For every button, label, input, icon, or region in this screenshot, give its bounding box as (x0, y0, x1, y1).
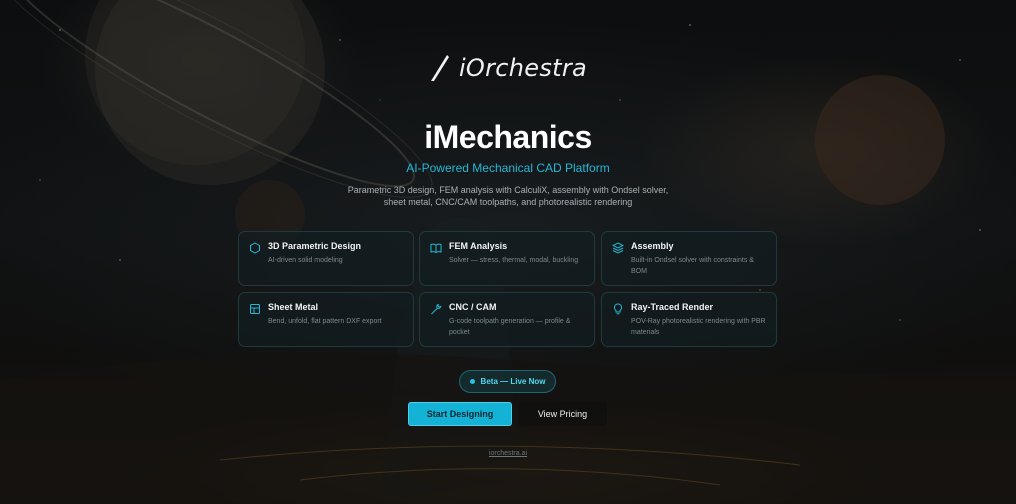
feature-card-parametric-design: 3D Parametric Design AI-driven solid mod… (238, 231, 414, 286)
feature-title: Ray-Traced Render (631, 302, 714, 312)
footer-link[interactable]: iorchestra.ai (0, 450, 1016, 457)
status-badge: Beta — Live Now (459, 370, 556, 393)
feature-title: Assembly (631, 241, 674, 251)
slash-pen-icon (430, 55, 449, 81)
wrench-icon (431, 303, 442, 315)
page-title: iMechanics (424, 119, 592, 155)
feature-title: CNC / CAM (449, 302, 497, 312)
feature-card-ray-traced-render: Ray-Traced Render POV-Ray photorealistic… (601, 292, 777, 347)
grid-icon (250, 304, 260, 314)
brand-logo[interactable]: iOrchestra (0, 53, 1016, 83)
status-badge-label: Beta — Live Now (480, 377, 546, 386)
feature-card-assembly: Assembly Built-in Ondsel solver with con… (601, 231, 777, 286)
landing-page: iOrchestra iMechanics AI-Powered Mechani… (0, 0, 1016, 504)
feature-title: Sheet Metal (268, 302, 319, 312)
feature-text: Solver — stress, thermal, modal, bucklin… (449, 257, 579, 264)
feature-card-cnc-cam: CNC / CAM G-code toolpath generation — p… (419, 292, 595, 347)
layers-icon (612, 242, 624, 254)
status-dot-icon (469, 379, 475, 384)
view-pricing-button[interactable]: View Pricing (518, 402, 607, 426)
book-icon (430, 243, 442, 254)
start-designing-button[interactable]: Start Designing (408, 402, 512, 426)
feature-text: POV-Ray photorealistic rendering with PB… (631, 318, 766, 336)
hexagon-icon (250, 242, 260, 254)
feature-title: FEM Analysis (449, 241, 508, 251)
feature-text: AI-driven solid modeling (268, 257, 343, 264)
feature-card-fem-analysis: FEM Analysis Solver — stress, thermal, m… (419, 231, 595, 286)
page-subtitle: AI-Powered Mechanical CAD Platform (406, 161, 610, 175)
feature-text: Built-in Ondsel solver with constraints … (631, 257, 754, 275)
feature-text: Bend, unfold, flat pattern DXF export (268, 318, 382, 325)
feature-text: G-code toolpath generation — profile & p… (449, 318, 571, 336)
feature-title: 3D Parametric Design (268, 241, 362, 251)
lightbulb-icon (613, 303, 623, 315)
feature-card-sheet-metal: Sheet Metal Bend, unfold, flat pattern D… (238, 292, 414, 347)
brand-name: iOrchestra (458, 54, 588, 82)
page-description: Parametric 3D design, FEM analysis with … (347, 185, 669, 207)
